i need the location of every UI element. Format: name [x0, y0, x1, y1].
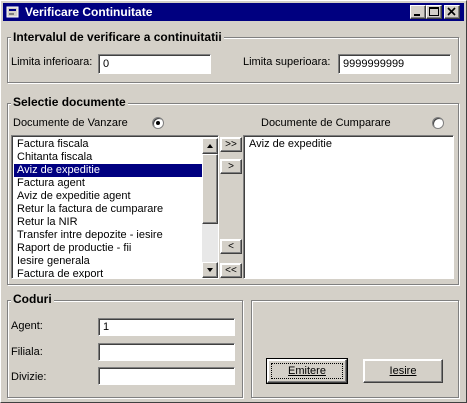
- list-item[interactable]: Retur la NIR: [14, 216, 202, 229]
- lower-limit-label: Limita inferioara:: [11, 56, 93, 68]
- move-all-left-button[interactable]: <<: [220, 263, 242, 278]
- branch-input[interactable]: [98, 343, 235, 361]
- lower-limit-input[interactable]: 0: [98, 54, 211, 74]
- scroll-thumb[interactable]: [202, 154, 218, 224]
- maximize-button[interactable]: [426, 5, 442, 19]
- list-item[interactable]: Iesire generala: [14, 255, 202, 268]
- scroll-down-button[interactable]: [202, 262, 218, 278]
- exit-button[interactable]: Iesire: [363, 359, 443, 383]
- list-item[interactable]: Aviz de expeditie agent: [14, 190, 202, 203]
- agent-label: Agent:: [11, 320, 43, 332]
- actions-panel: [251, 300, 459, 398]
- available-list-scrollbar[interactable]: [202, 138, 218, 278]
- list-item[interactable]: Factura agent: [14, 177, 202, 190]
- move-left-button[interactable]: <: [220, 239, 242, 254]
- list-item[interactable]: Factura de export: [14, 268, 202, 278]
- minimize-icon: [414, 14, 420, 16]
- list-item[interactable]: Factura fiscala: [14, 138, 202, 151]
- documents-group-title: Selectie documente: [11, 95, 128, 109]
- title-bar[interactable]: Verificare Continuitate: [3, 3, 464, 21]
- arrow-down-icon: [207, 268, 213, 272]
- radio-checked-dot: [156, 121, 160, 125]
- division-input[interactable]: [98, 367, 235, 385]
- list-item[interactable]: Aviz de expeditie: [246, 138, 451, 151]
- main-window: Verificare Continuitate Intervalul de ve…: [0, 0, 467, 403]
- division-label: Divizie:: [11, 371, 47, 383]
- purchase-documents-radio[interactable]: [432, 117, 444, 129]
- close-icon: [447, 7, 456, 16]
- sales-documents-label: Documente de Vanzare: [13, 117, 128, 129]
- app-icon: [6, 6, 19, 18]
- move-all-right-button[interactable]: >>: [220, 137, 242, 152]
- list-item[interactable]: Transfer intre depozite - iesire: [14, 229, 202, 242]
- scroll-up-button[interactable]: [202, 138, 218, 154]
- branch-label: Filiala:: [11, 346, 43, 358]
- agent-input[interactable]: 1: [98, 318, 235, 336]
- arrow-up-icon: [207, 144, 213, 148]
- focus-rect: [271, 363, 343, 379]
- maximize-icon: [429, 7, 439, 16]
- available-documents-list[interactable]: Factura fiscala Chitanta fiscala Aviz de…: [11, 135, 219, 279]
- list-item[interactable]: Raport de productie - fii: [14, 242, 202, 255]
- minimize-button[interactable]: [410, 5, 426, 19]
- chosen-documents-list[interactable]: Aviz de expeditie: [243, 135, 454, 279]
- exit-button-label: Iesire: [389, 365, 417, 377]
- list-item[interactable]: Chitanta fiscala: [14, 151, 202, 164]
- sales-documents-radio[interactable]: [152, 117, 164, 129]
- emit-button[interactable]: Emitere: [266, 358, 348, 384]
- close-button[interactable]: [444, 5, 460, 19]
- codes-group-title: Coduri: [11, 292, 54, 306]
- purchase-documents-label: Documente de Cumparare: [261, 117, 391, 129]
- upper-limit-input[interactable]: 9999999999: [338, 54, 451, 74]
- list-item-selected[interactable]: Aviz de expeditie: [14, 164, 202, 177]
- interval-group-title: Intervalul de verificare a continuitatii: [11, 30, 224, 44]
- upper-limit-label: Limita superioara:: [243, 56, 331, 68]
- window-title: Verificare Continuitate: [25, 5, 153, 19]
- list-item[interactable]: Retur la factura de cumparare: [14, 203, 202, 216]
- move-right-button[interactable]: >: [220, 159, 242, 174]
